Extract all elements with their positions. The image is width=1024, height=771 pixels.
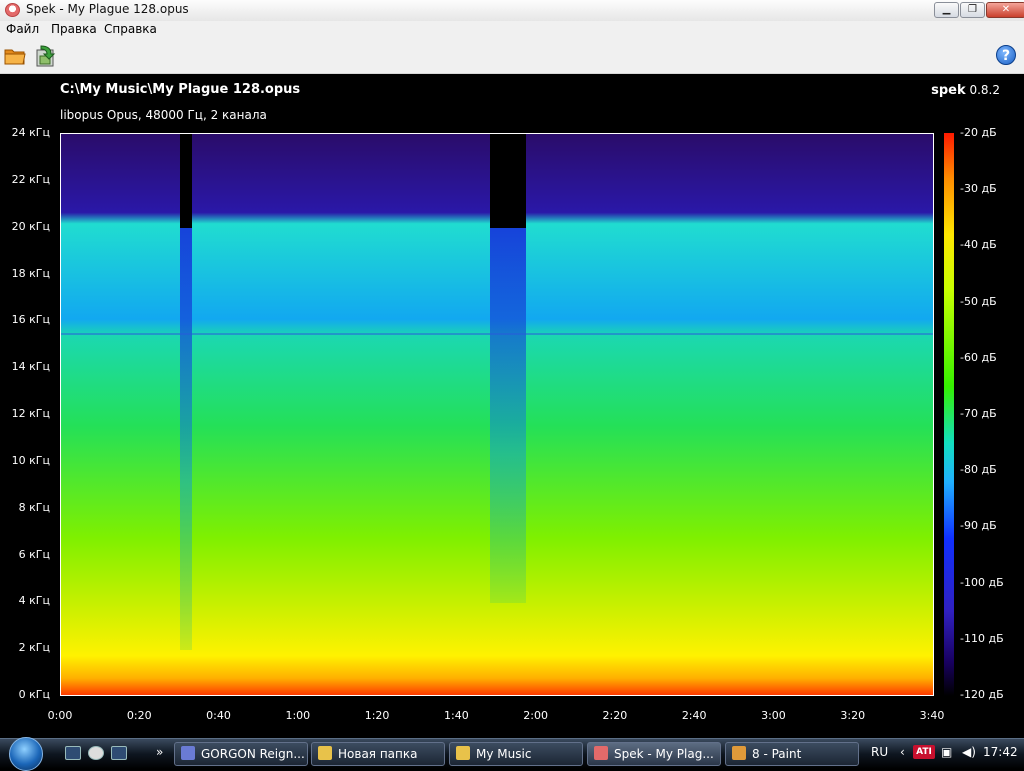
x-tick-label: 2:20 bbox=[602, 709, 628, 722]
volume-icon[interactable]: ◀) bbox=[962, 745, 976, 759]
low-energy-gap bbox=[490, 134, 526, 228]
x-tick-label: 3:20 bbox=[840, 709, 866, 722]
db-tick-label: -30 дБ bbox=[960, 182, 997, 196]
x-tick-label: 2:40 bbox=[681, 709, 707, 722]
taskbar-button-label: Новая папка bbox=[338, 747, 418, 761]
db-tick-label: -20 дБ bbox=[960, 126, 997, 139]
y-tick-label: 18 кГц bbox=[11, 266, 50, 280]
y-tick-label: 4 кГц bbox=[18, 594, 50, 608]
taskbar-button[interactable]: GORGON Reign... bbox=[174, 742, 308, 766]
x-tick-label: 1:00 bbox=[285, 709, 311, 722]
taskbar-button[interactable]: My Music bbox=[449, 742, 583, 766]
window-title: Spek - My Plague 128.opus bbox=[26, 2, 189, 16]
save-image-icon bbox=[36, 45, 56, 67]
secondary-cutoff-band bbox=[61, 333, 933, 336]
y-tick-label: 0 кГц bbox=[18, 688, 50, 701]
y-tick-label: 14 кГц bbox=[11, 360, 50, 374]
brand-name: spek bbox=[931, 83, 966, 98]
folder-icon bbox=[4, 49, 26, 65]
switch-windows-icon[interactable] bbox=[111, 746, 127, 760]
y-tick-label: 16 кГц bbox=[11, 313, 50, 327]
db-tick-label: -80 дБ bbox=[960, 463, 997, 477]
db-tick-label: -40 дБ bbox=[960, 238, 997, 252]
network-icon[interactable]: ▣ bbox=[941, 745, 952, 759]
y-tick-label: 12 кГц bbox=[11, 407, 50, 420]
clock[interactable]: 17:42 bbox=[983, 745, 1018, 759]
taskbar-button-label: My Music bbox=[476, 747, 532, 761]
y-tick-label: 22 кГц bbox=[11, 172, 50, 186]
menu-bar: Файл Правка Справка bbox=[0, 21, 1024, 39]
tray-expand-icon[interactable]: ‹ bbox=[900, 745, 905, 759]
x-tick-label: 3:00 bbox=[761, 709, 786, 722]
stream-info: libopus Opus, 48000 Гц, 2 канала bbox=[60, 108, 267, 122]
spectrogram-plot bbox=[60, 133, 934, 696]
spek-version: spek 0.8.2 bbox=[931, 83, 1000, 98]
version-number: 0.8.2 bbox=[969, 83, 1000, 97]
y-tick-label: 24 кГц bbox=[11, 126, 50, 139]
toolbar: ? bbox=[0, 39, 1024, 74]
taskbar-app-icon bbox=[318, 746, 332, 760]
minimize-button[interactable]: ▁ bbox=[934, 2, 959, 18]
taskbar: » GORGON Reign... Новая папка My Music Spek… bbox=[0, 737, 1024, 771]
file-path: C:\My Music\My Plague 128.opus bbox=[60, 82, 301, 97]
taskbar-button-label: GORGON Reign... bbox=[201, 747, 305, 761]
taskbar-button[interactable]: Spek - My Plag... bbox=[587, 742, 721, 766]
help-icon[interactable]: ? bbox=[996, 45, 1016, 65]
open-file-button[interactable] bbox=[3, 44, 27, 68]
y-tick-label: 10 кГц bbox=[11, 453, 50, 467]
x-tick-label: 0:00 bbox=[47, 709, 73, 722]
db-tick-label: -100 дБ bbox=[960, 575, 1004, 589]
x-tick-label: 1:40 bbox=[444, 709, 469, 722]
db-colorbar bbox=[944, 133, 954, 696]
db-tick-label: -70 дБ bbox=[960, 407, 997, 420]
show-desktop-icon[interactable] bbox=[65, 746, 81, 760]
taskbar-button[interactable]: Новая папка bbox=[311, 742, 445, 766]
db-tick-label: -50 дБ bbox=[960, 294, 997, 308]
low-energy-streak bbox=[490, 227, 526, 604]
media-player-icon[interactable] bbox=[88, 746, 104, 760]
db-tick-label: -90 дБ bbox=[960, 519, 997, 533]
menu-edit[interactable]: Правка bbox=[51, 22, 97, 36]
quicklaunch-chevron-icon[interactable]: » bbox=[156, 745, 163, 759]
x-tick-label: 0:40 bbox=[206, 709, 231, 722]
taskbar-app-icon bbox=[732, 746, 746, 760]
spectrogram-panel: C:\My Music\My Plague 128.opus libopus O… bbox=[0, 74, 1024, 730]
x-tick-label: 0:20 bbox=[126, 709, 152, 722]
taskbar-app-icon bbox=[456, 746, 470, 760]
menu-file[interactable]: Файл bbox=[6, 22, 39, 36]
maximize-button[interactable]: ❐ bbox=[960, 2, 985, 18]
start-button[interactable] bbox=[9, 737, 43, 771]
y-tick-label: 6 кГц bbox=[18, 547, 50, 561]
menu-help[interactable]: Справка bbox=[104, 22, 157, 36]
db-tick-label: -120 дБ bbox=[960, 688, 1004, 701]
taskbar-app-icon bbox=[181, 746, 195, 760]
title-bar: Spek - My Plague 128.opus ▁ ❐ ✕ bbox=[0, 0, 1024, 22]
y-tick-label: 2 кГц bbox=[18, 641, 50, 655]
y-tick-label: 8 кГц bbox=[18, 500, 50, 514]
db-tick-label: -110 дБ bbox=[960, 631, 1004, 645]
language-indicator[interactable]: RU bbox=[871, 745, 888, 759]
taskbar-button-label: 8 - Paint bbox=[752, 747, 802, 761]
db-tick-label: -60 дБ bbox=[960, 350, 997, 364]
x-tick-label: 2:00 bbox=[523, 709, 548, 722]
ati-catalyst-icon[interactable]: ATI bbox=[913, 745, 935, 759]
spek-app-icon bbox=[5, 3, 20, 17]
taskbar-button[interactable]: 8 - Paint bbox=[725, 742, 859, 766]
y-tick-label: 20 кГц bbox=[11, 219, 50, 233]
save-button[interactable] bbox=[33, 44, 57, 68]
taskbar-app-icon bbox=[594, 746, 608, 760]
low-energy-streak bbox=[180, 227, 193, 651]
x-tick-label: 1:20 bbox=[364, 709, 390, 722]
low-energy-gap bbox=[180, 134, 193, 228]
close-button[interactable]: ✕ bbox=[986, 2, 1024, 18]
taskbar-button-label: Spek - My Plag... bbox=[614, 747, 714, 761]
x-tick-label: 3:40 bbox=[919, 709, 945, 722]
